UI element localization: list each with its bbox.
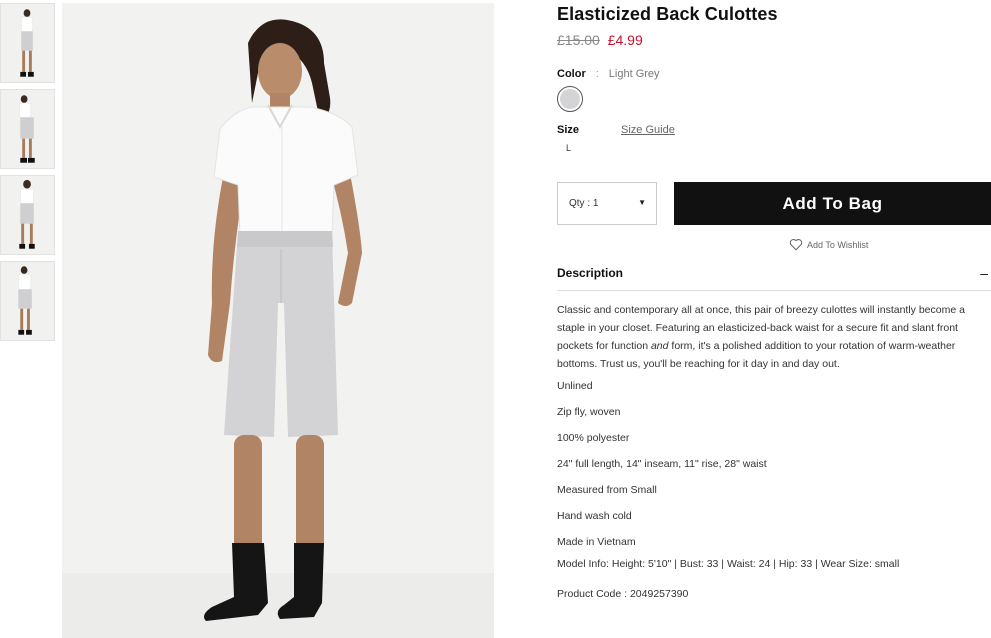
- color-row: Color : Light Grey: [557, 67, 991, 81]
- feature-item: Unlined: [557, 380, 593, 392]
- description-accordion-header[interactable]: Description –: [557, 266, 991, 291]
- color-swatch-light-grey[interactable]: [557, 86, 583, 112]
- price-block: £15.00 £4.99: [557, 31, 991, 49]
- description-paragraph: Classic and contemporary all at once, th…: [557, 301, 985, 373]
- add-to-bag-button[interactable]: Add To Bag: [674, 182, 991, 225]
- thumbnail-front[interactable]: [0, 3, 55, 83]
- main-product-image[interactable]: [62, 3, 494, 638]
- caret-down-icon: ▼: [638, 198, 646, 207]
- size-row: Size Size Guide: [557, 123, 991, 137]
- thumbnail-detail[interactable]: [0, 261, 55, 341]
- product-info-panel: Elasticized Back Culottes £15.00 £4.99 C…: [557, 0, 991, 638]
- thumbnail-gallery: [0, 3, 56, 347]
- quantity-label: Qty : 1: [569, 198, 599, 209]
- thumbnail-back-image: [1, 176, 54, 254]
- model-info: Model Info: Height: 5'10" | Bust: 33 | W…: [557, 558, 900, 570]
- size-guide-link[interactable]: Size Guide: [621, 123, 675, 137]
- size-option-l[interactable]: L: [566, 143, 571, 153]
- quantity-select[interactable]: Qty : 1 ▼: [557, 182, 657, 225]
- thumbnail-detail-image: [1, 262, 54, 340]
- product-title: Elasticized Back Culottes: [557, 4, 778, 24]
- product-code: Product Code : 2049257390: [557, 588, 689, 600]
- description-text-emphasis: and: [650, 340, 669, 352]
- thumbnail-side[interactable]: [0, 89, 55, 169]
- wishlist-label: Add To Wishlist: [807, 239, 869, 250]
- feature-item: 100% polyester: [557, 432, 630, 444]
- sale-price: £4.99: [607, 32, 643, 48]
- color-separator: :: [595, 68, 599, 80]
- feature-item: Zip fly, woven: [557, 406, 621, 418]
- purchase-row: Qty : 1 ▼ Add To Bag: [557, 182, 991, 225]
- feature-item: 24" full length, 14" inseam, 11" rise, 2…: [557, 458, 767, 470]
- add-to-wishlist-link[interactable]: Add To Wishlist: [789, 238, 868, 251]
- color-value: Light Grey: [608, 68, 660, 80]
- feature-item: Made in Vietnam: [557, 536, 636, 548]
- original-price: £15.00: [557, 32, 600, 48]
- thumbnail-front-image: [1, 4, 54, 82]
- description-body: Classic and contemporary all at once, th…: [557, 301, 985, 603]
- description-heading: Description: [557, 266, 624, 280]
- collapse-icon: –: [980, 265, 988, 281]
- heart-icon: [789, 239, 803, 251]
- swatch-fill: [560, 89, 580, 109]
- thumbnail-side-image: [1, 90, 54, 168]
- color-label: Color: [557, 68, 586, 80]
- feature-item: Hand wash cold: [557, 510, 632, 522]
- feature-item: Measured from Small: [557, 484, 657, 496]
- thumbnail-back[interactable]: [0, 175, 55, 255]
- size-label: Size: [557, 124, 580, 136]
- model-illustration: [62, 3, 494, 638]
